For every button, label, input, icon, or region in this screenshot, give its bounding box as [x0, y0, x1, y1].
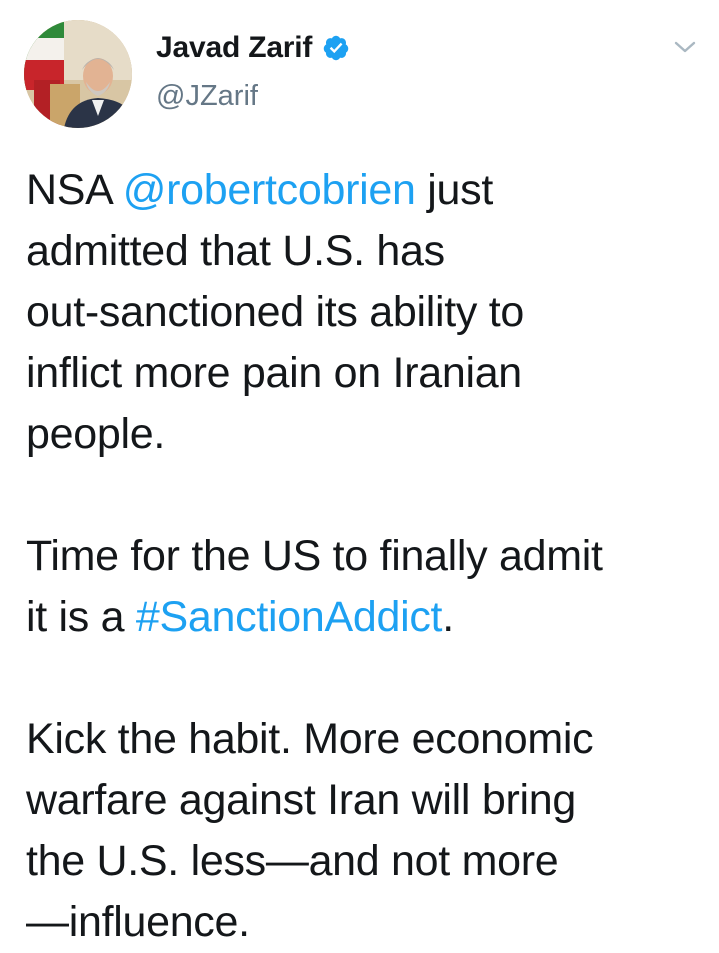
chevron-down-icon[interactable]	[672, 36, 698, 58]
tweet-card: Javad Zarif @JZarif NSA @robertcobrien j…	[0, 0, 719, 946]
author-display-name[interactable]: Javad Zarif	[156, 33, 312, 63]
tweet-line: admitted that U.S. has	[26, 227, 445, 275]
text-segment: .	[442, 593, 454, 641]
tweet-paragraph-1: NSA @robertcobrien just admitted that U.…	[26, 160, 706, 465]
tweet-paragraph-3: Kick the habit. More economic warfare ag…	[26, 709, 706, 953]
tweet-line: Kick the habit. More economic	[26, 715, 594, 763]
tweet-paragraph-2: Time for the US to finally admit it is a…	[26, 526, 706, 648]
verified-badge-icon	[322, 34, 350, 62]
hashtag-link[interactable]: #SanctionAddict	[136, 593, 443, 641]
tweet-line: Time for the US to finally admit	[26, 532, 603, 580]
text-segment: just	[415, 166, 493, 214]
author-name-row[interactable]: Javad Zarif	[156, 26, 350, 70]
author-handle[interactable]: @JZarif	[156, 82, 258, 111]
tweet-line: out-sanctioned its ability to	[26, 288, 525, 336]
tweet-line: the U.S. less—and not more	[26, 837, 559, 885]
tweet-line: inflict more pain on Iranian	[26, 349, 522, 397]
profile-photo	[24, 20, 132, 128]
mention-link[interactable]: @robertcobrien	[123, 166, 416, 214]
tweet-line: —influence.	[26, 898, 250, 946]
tweet-line: people.	[26, 410, 165, 458]
tweet-line: NSA @robertcobrien just	[26, 166, 493, 214]
tweet-text: NSA @robertcobrien just admitted that U.…	[26, 160, 706, 953]
text-segment: NSA	[26, 166, 123, 214]
tweet-line: it is a #SanctionAddict.	[26, 593, 454, 641]
text-segment: it is a	[26, 593, 136, 641]
tweet-line: warfare against Iran will bring	[26, 776, 576, 824]
avatar[interactable]	[24, 20, 132, 128]
